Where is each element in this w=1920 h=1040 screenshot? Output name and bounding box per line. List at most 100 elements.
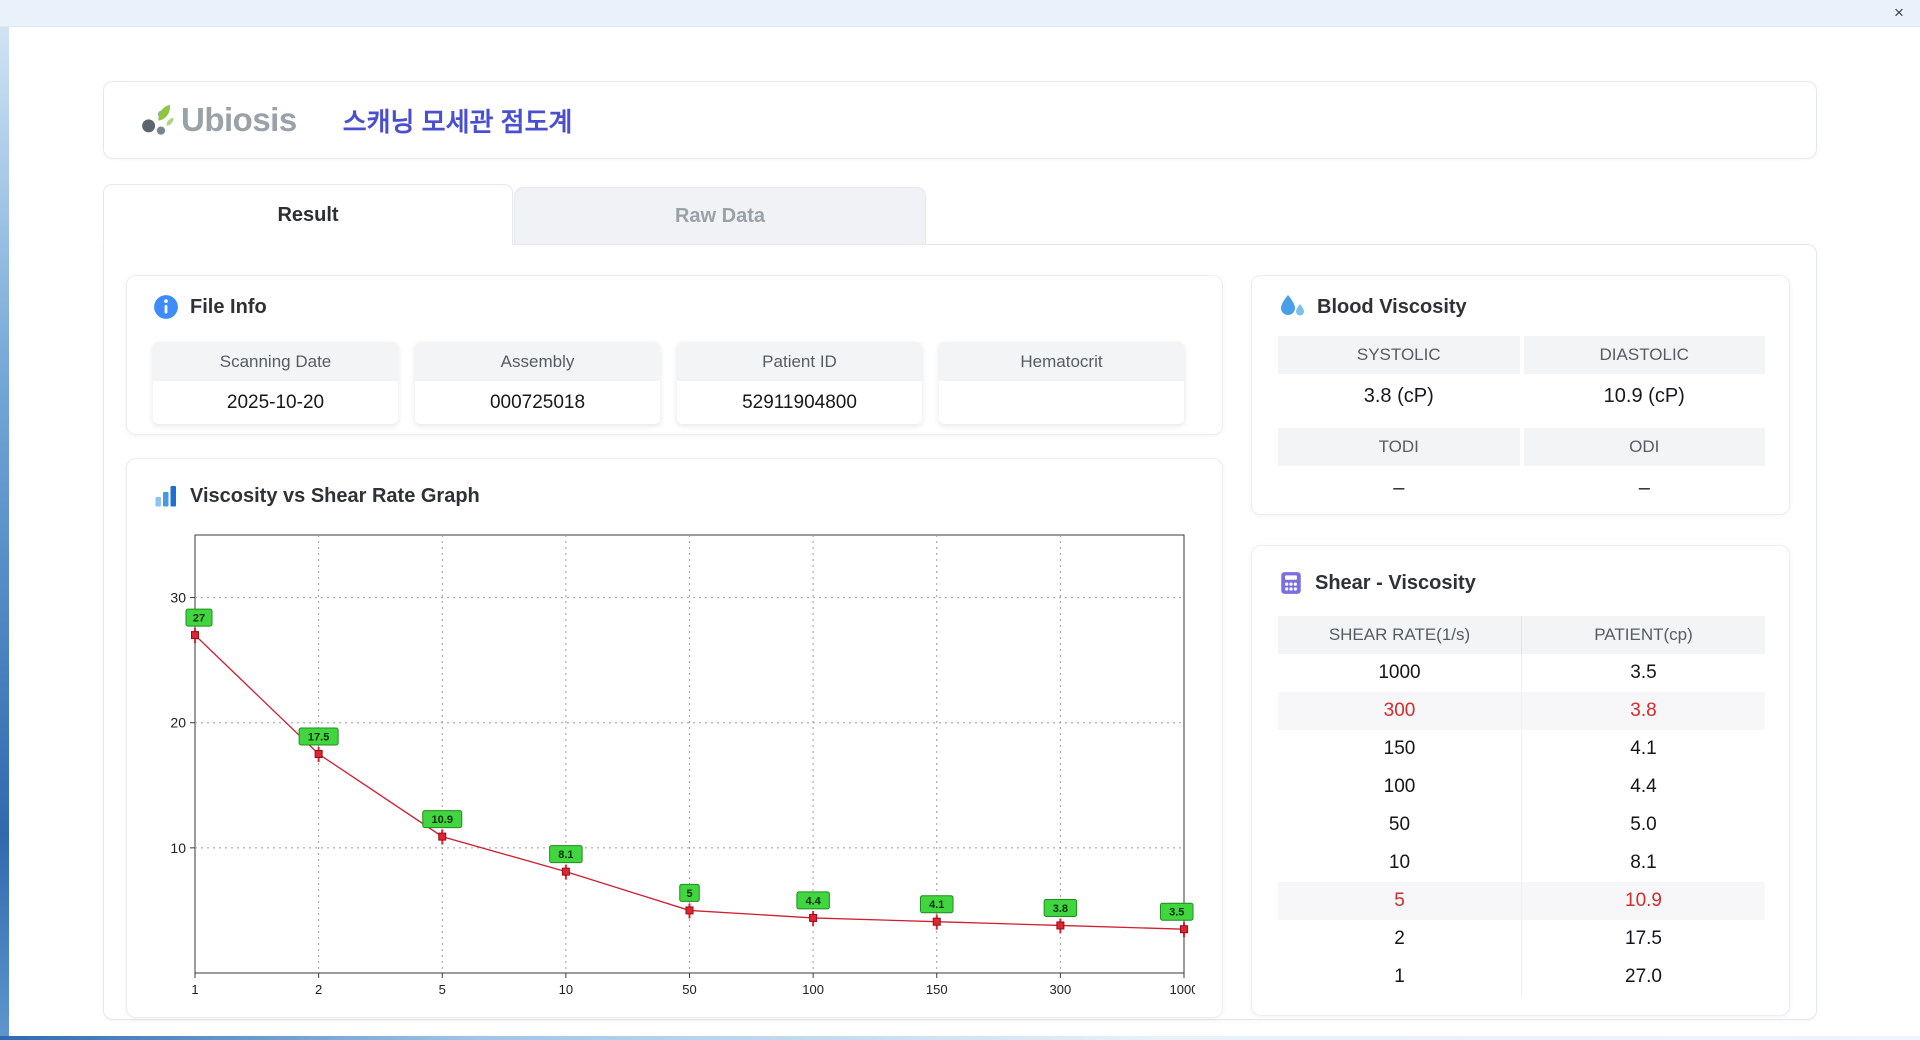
shear-viscosity-table: SHEAR RATE(1/s) PATIENT(cp) 1000 3.5 300…	[1278, 616, 1765, 996]
patient-viscosity-value: 3.5	[1630, 662, 1657, 683]
svg-text:3.5: 3.5	[1169, 907, 1184, 919]
shear-viscosity-header: Shear - Viscosity	[1278, 570, 1476, 596]
patient-viscosity-value: 4.1	[1630, 738, 1657, 759]
diastolic-value: 10.9 (cP)	[1603, 384, 1685, 407]
viscosity-chart-area: 10 20 30 1 2 5 10 50 100 150 300 1000 27 17.5 10.9 8.1 5…	[145, 521, 1198, 1006]
todi-label: TODI	[1278, 428, 1520, 466]
patient-viscosity-value: 3.8	[1630, 700, 1657, 721]
table-row: 5 10.9	[1278, 882, 1765, 920]
odi-label: ODI	[1523, 428, 1765, 466]
table-row: 50 5.0	[1278, 806, 1765, 844]
water-drops-icon	[1278, 294, 1306, 321]
table-row: 1 27.0	[1278, 958, 1765, 996]
shear-viscosity-title: Shear - Viscosity	[1315, 571, 1476, 594]
patient-viscosity-value: 8.1	[1630, 852, 1657, 873]
patient-viscosity-value: 17.5	[1625, 928, 1662, 949]
systolic-diastolic-pair: SYSTOLIC DIASTOLIC 3.8 (cP) 10.9 (cP)	[1278, 336, 1765, 418]
shear-rate-value: 300	[1278, 692, 1522, 730]
shear-rate-value: 150	[1278, 730, 1522, 768]
window-left-border	[0, 27, 9, 1036]
table-row: 10 8.1	[1278, 844, 1765, 882]
field-value: 000725018	[489, 391, 586, 413]
table-row: 1000 3.5	[1278, 654, 1765, 692]
shear-viscosity-card: Shear - Viscosity SHEAR RATE(1/s) PATIEN…	[1251, 545, 1790, 1016]
shear-rate-value: 100	[1278, 768, 1522, 806]
patient-viscosity-value: 4.4	[1630, 776, 1657, 797]
file-info-title: File Info	[190, 295, 267, 318]
table-header-row: SHEAR RATE(1/s) PATIENT(cp)	[1278, 616, 1765, 654]
viscosity-shear-chart: 10 20 30 1 2 5 10 50 100 150 300 1000 27 17.5 10.9 8.1 5…	[170, 534, 1198, 997]
patient-viscosity-value: 10.9	[1625, 890, 1662, 911]
field-label: Patient ID	[677, 342, 922, 381]
file-info-fields: Scanning Date 2025-10-20 Assembly 000725…	[153, 342, 1184, 424]
info-icon	[153, 294, 179, 320]
field-scanning-date: Scanning Date 2025-10-20	[153, 342, 398, 424]
svg-text:300: 300	[1050, 982, 1072, 997]
patient-viscosity-value: 5.0	[1630, 814, 1657, 835]
shear-rate-value: 50	[1278, 806, 1522, 844]
odi-value: –	[1638, 476, 1650, 499]
svg-text:2: 2	[315, 982, 322, 997]
svg-text:1000: 1000	[1170, 982, 1195, 997]
svg-text:1: 1	[191, 982, 198, 997]
blood-viscosity-header: Blood Viscosity	[1278, 294, 1467, 321]
window-titlebar: ×	[0, 0, 1920, 27]
ubiosis-logo-text: Ubiosis	[181, 101, 297, 138]
shear-rate-value: 2	[1278, 920, 1522, 958]
svg-text:10.9: 10.9	[432, 814, 453, 826]
field-label: Assembly	[415, 342, 660, 381]
svg-text:4.4: 4.4	[805, 895, 821, 907]
app-header: Ubiosis 스캐닝 모세관 점도계	[103, 81, 1817, 159]
svg-text:17.5: 17.5	[308, 732, 329, 744]
close-button[interactable]: ×	[1888, 2, 1910, 24]
field-label: Hematocrit	[939, 342, 1184, 381]
file-info-card: File Info Scanning Date 2025-10-20 Assem…	[126, 275, 1223, 435]
bar-chart-icon	[153, 483, 179, 509]
graph-header: Viscosity vs Shear Rate Graph	[153, 483, 480, 509]
table-row: 2 17.5	[1278, 920, 1765, 958]
svg-text:150: 150	[926, 982, 948, 997]
systolic-value: 3.8 (cP)	[1363, 384, 1434, 407]
svg-text:50: 50	[682, 982, 696, 997]
table-row: 100 4.4	[1278, 768, 1765, 806]
file-info-header: File Info	[153, 294, 267, 320]
field-value: 2025-10-20	[226, 391, 325, 413]
shear-rate-column-header: SHEAR RATE(1/s)	[1278, 616, 1522, 654]
field-hematocrit: Hematocrit	[939, 342, 1184, 424]
tab-raw-data[interactable]: Raw Data	[514, 187, 926, 244]
blood-viscosity-grid: SYSTOLIC DIASTOLIC 3.8 (cP) 10.9 (cP) TO…	[1278, 336, 1765, 510]
blood-viscosity-card: Blood Viscosity SYSTOLIC DIASTOLIC 3.8 (…	[1251, 275, 1790, 515]
svg-text:8.1: 8.1	[558, 849, 573, 861]
svg-text:30: 30	[170, 590, 186, 606]
patient-column-header: PATIENT(cp)	[1594, 625, 1693, 644]
tab-result[interactable]: Result	[103, 184, 513, 245]
systolic-label: SYSTOLIC	[1278, 336, 1520, 374]
field-patient-id: Patient ID 52911904800	[677, 342, 922, 424]
svg-text:3.8: 3.8	[1053, 903, 1068, 915]
shear-rate-value: 5	[1278, 882, 1522, 920]
graph-title: Viscosity vs Shear Rate Graph	[190, 484, 480, 507]
field-value: 52911904800	[742, 391, 857, 413]
svg-text:27: 27	[193, 613, 205, 625]
diastolic-label: DIASTOLIC	[1523, 336, 1765, 374]
field-label: Scanning Date	[153, 342, 398, 381]
field-value	[939, 381, 1184, 424]
window-bottom-border	[0, 1036, 1920, 1040]
shear-rate-value: 1	[1278, 958, 1522, 996]
svg-text:10: 10	[559, 982, 573, 997]
svg-text:10: 10	[170, 840, 186, 856]
todi-odi-pair: TODI ODI – –	[1278, 428, 1765, 510]
page-title: 스캐닝 모세관 점도계	[342, 106, 573, 137]
field-assembly: Assembly 000725018	[415, 342, 660, 424]
svg-text:5: 5	[439, 982, 446, 997]
blood-viscosity-title: Blood Viscosity	[1317, 296, 1467, 318]
shear-rate-value: 10	[1278, 844, 1522, 882]
calculator-icon	[1278, 570, 1304, 596]
svg-text:5: 5	[686, 888, 692, 900]
table-row: 150 4.1	[1278, 730, 1765, 768]
patient-viscosity-value: 27.0	[1625, 966, 1662, 987]
svg-text:100: 100	[802, 982, 824, 997]
svg-text:4.1: 4.1	[929, 899, 944, 911]
table-row: 300 3.8	[1278, 692, 1765, 730]
todi-value: –	[1393, 476, 1405, 499]
